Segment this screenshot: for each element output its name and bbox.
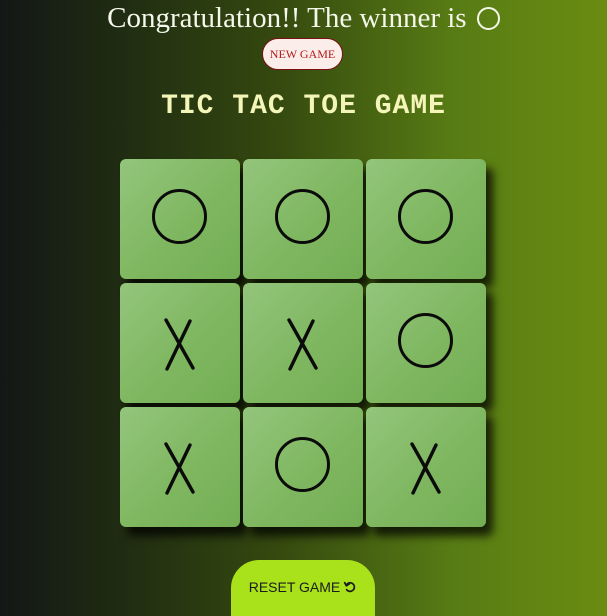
o-mark-icon [275, 437, 330, 492]
o-mark-icon [398, 189, 453, 244]
x-mark-icon [164, 318, 195, 371]
board-cell-7[interactable] [120, 407, 240, 527]
refresh-icon [343, 580, 357, 594]
board-cell-8[interactable] [243, 407, 363, 527]
game-title: TIC TAC TOE GAME [161, 91, 446, 122]
winner-message: Congratulation!! The winner is [0, 0, 607, 36]
board-cell-4[interactable] [120, 283, 240, 403]
o-mark-icon [152, 189, 207, 244]
x-mark-icon [287, 318, 318, 371]
board-cell-5[interactable] [243, 283, 363, 403]
winner-circle-icon [476, 7, 500, 30]
o-mark-icon [275, 189, 330, 244]
board-cell-6[interactable] [366, 283, 486, 403]
x-mark-icon [164, 442, 195, 495]
board-cell-1[interactable] [120, 159, 240, 279]
x-mark-icon [410, 442, 441, 495]
new-game-button[interactable]: NEW GAME [262, 38, 343, 70]
game-board [120, 159, 486, 527]
winner-text: Congratulation!! The winner is [107, 2, 467, 34]
reset-game-button[interactable]: RESET GAME [231, 560, 375, 616]
board-cell-2[interactable] [243, 159, 363, 279]
o-mark-icon [398, 313, 453, 368]
board-cell-9[interactable] [366, 407, 486, 527]
board-cell-3[interactable] [366, 159, 486, 279]
reset-game-label: RESET GAME [248, 579, 341, 595]
